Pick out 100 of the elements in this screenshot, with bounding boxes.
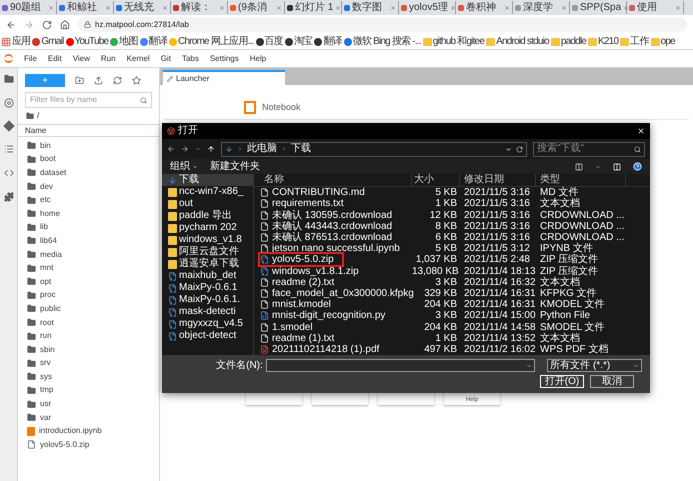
menu-item[interactable]: Run <box>100 52 116 64</box>
refresh-icon[interactable] <box>113 76 122 84</box>
file-row[interactable]: readme (2).txt 3 KB 2021/11/4 16:32 文本文档 <box>254 276 650 288</box>
path-segment[interactable]: 此电脑 <box>247 143 277 155</box>
directory-entry[interactable]: srv <box>18 356 159 370</box>
bookmark[interactable]: 百度 <box>256 36 283 48</box>
search-field[interactable]: 搜索"下载" <box>533 142 645 156</box>
directory-entry[interactable]: tmp <box>18 384 159 398</box>
new-launcher-button[interactable] <box>25 74 65 86</box>
browser-tab[interactable]: 90题组 <box>0 1 57 14</box>
nav-item[interactable]: mask-detecti <box>162 306 253 318</box>
bookmark[interactable]: Gmail <box>32 36 64 48</box>
cancel-button[interactable]: 取消 <box>590 375 634 388</box>
browser-tab[interactable]: 和鲸社 <box>57 1 114 14</box>
directory-entry[interactable]: dev <box>18 180 159 194</box>
directory-entry[interactable]: sys <box>18 370 159 384</box>
directory-entry[interactable]: etc <box>18 193 159 207</box>
directory-entry[interactable]: dataset <box>18 166 159 180</box>
file-row[interactable]: jetson nano successful.ipynb 5 KB 2021/11/5 3:12 IPYNB 文件 <box>254 243 650 254</box>
file-row[interactable]: mnist-digit_recognition.py 3 KB 2021/11/4 15:00 Python File <box>254 310 650 322</box>
puzzle-icon[interactable] <box>4 192 14 202</box>
caret-icon[interactable] <box>595 164 601 170</box>
file-row[interactable]: readme (1).txt 1 KB 2021/11/4 13:52 文本文档 <box>254 332 650 344</box>
bookmark[interactable]: ope <box>650 36 675 48</box>
file-row[interactable]: 未确认 443443.crdownload 8 KB 2021/11/5 3:16 CRDOWNLOAD ... <box>254 220 650 232</box>
up-icon[interactable] <box>207 145 215 153</box>
bookmark[interactable]: github 和gitee <box>422 36 484 48</box>
bookmark[interactable]: 工作 <box>620 36 649 48</box>
back-icon[interactable] <box>167 145 175 153</box>
browser-tab[interactable]: 数字图 <box>342 1 399 14</box>
nav-item[interactable]: windows_v1.8 <box>162 234 253 246</box>
filename-field[interactable] <box>266 359 536 372</box>
bookmark[interactable]: 地图 <box>110 36 138 48</box>
column-header[interactable]: 大小 <box>412 174 460 186</box>
directory-entry[interactable]: boot <box>18 152 159 166</box>
reload-icon[interactable] <box>42 20 52 30</box>
upload-icon[interactable] <box>94 76 103 84</box>
bookmark[interactable]: paddle <box>550 36 586 48</box>
directory-entry[interactable]: var <box>18 410 159 424</box>
column-header[interactable]: 类型 <box>536 174 626 186</box>
nav-item[interactable]: 下载 <box>162 174 253 186</box>
file-row[interactable]: yolov5-5.0.zip 1,037 KB 2021/11/5 2:48 ZIP 压缩文件 <box>254 254 650 266</box>
organize-menu[interactable]: 组织 <box>170 160 198 172</box>
directory-entry[interactable]: usr <box>18 397 159 411</box>
nav-item[interactable]: object-detect <box>162 330 253 342</box>
launcher-tab[interactable]: Launcher <box>163 70 285 85</box>
browser-tab[interactable]: 幻灯片 1 <box>285 1 342 14</box>
bookmark[interactable]: 翻译 <box>140 36 168 48</box>
nav-item[interactable]: MaixPy-0.6.1. <box>162 294 253 306</box>
nav-item[interactable]: 阿里云盘文件 <box>162 246 253 258</box>
nav-item[interactable]: pycharm 202 <box>162 222 253 234</box>
file-row[interactable]: CONTRIBUTING.md 5 KB 2021/11/5 3:16 MD 文件 <box>254 187 650 198</box>
open-button[interactable]: 打开(O) <box>540 375 584 388</box>
path-bar[interactable]: 此电脑 下载 <box>221 142 527 156</box>
bookmark[interactable]: K210 <box>588 36 618 48</box>
directory-entry[interactable]: sbin <box>18 342 159 356</box>
star-icon[interactable] <box>132 76 141 84</box>
column-header[interactable]: Name <box>18 124 159 137</box>
browser-tab[interactable]: 无线充 <box>114 1 171 14</box>
back-icon[interactable] <box>6 20 16 30</box>
nav-item[interactable]: maixhub_det <box>162 270 253 282</box>
browser-tab[interactable]: 卷积神 <box>456 1 513 14</box>
address-bar[interactable]: hz.matpool.com:27814/lab <box>78 17 687 32</box>
directory-entry[interactable]: opt <box>18 274 159 289</box>
menu-item[interactable]: Git <box>160 52 171 64</box>
folder-icon[interactable] <box>4 74 14 84</box>
directory-entry[interactable]: lib64 <box>18 234 159 248</box>
menu-item[interactable]: Edit <box>48 52 62 64</box>
menu-item[interactable]: Settings <box>210 52 239 64</box>
browser-tab[interactable]: 使用 <box>627 1 684 14</box>
directory-entry[interactable]: introduction.ipynb <box>18 424 159 438</box>
help-icon[interactable] <box>633 162 642 171</box>
column-header[interactable]: 名称 <box>254 174 412 186</box>
directory-entry[interactable]: yolov5-5.0.zip <box>18 438 159 452</box>
file-row[interactable]: requirements.txt 1 KB 2021/11/5 3:16 文本文档 <box>254 198 650 210</box>
view-icon[interactable] <box>575 162 583 170</box>
bookmark[interactable]: Android stduio <box>486 36 549 48</box>
directory-entry[interactable]: proc <box>18 288 159 302</box>
bookmark[interactable]: 淘宝 <box>284 36 312 48</box>
forward-icon[interactable] <box>181 145 189 153</box>
file-row[interactable]: 20211102114218 (1).pdf 497 KB 2021/11/2 16:02 WPS PDF 文档 <box>254 344 650 356</box>
menu-item[interactable]: File <box>24 52 37 64</box>
file-row[interactable]: 1.smodel 204 KB 2021/11/4 14:58 SMODEL 文件 <box>254 321 650 333</box>
directory-entry[interactable]: lib <box>18 220 159 234</box>
column-header[interactable]: 修改日期 <box>460 174 536 186</box>
refresh-icon[interactable] <box>516 146 523 152</box>
nav-item[interactable]: ncc-win7-x86_ <box>162 186 253 198</box>
home-icon[interactable] <box>60 20 70 30</box>
menu-item[interactable]: Help <box>250 52 266 64</box>
nav-item[interactable]: 逍遥安卓下载 <box>162 258 253 270</box>
bookmark[interactable]: Chrome 网上应用... <box>169 36 254 48</box>
path-segment[interactable]: 下载 <box>291 143 311 155</box>
file-type-select[interactable]: 所有文件 (*.*) <box>547 359 642 372</box>
menu-item[interactable]: Kernel <box>126 52 150 64</box>
bookmark[interactable]: YouTube <box>66 36 108 48</box>
stop-icon[interactable] <box>4 98 14 108</box>
new-folder-button[interactable]: 新建文件夹 <box>210 160 260 172</box>
directory-entry[interactable]: public <box>18 302 159 316</box>
browser-tab[interactable]: (9条消 <box>228 1 285 14</box>
nav-item[interactable]: MaixPy-0.6.1 <box>162 282 253 294</box>
